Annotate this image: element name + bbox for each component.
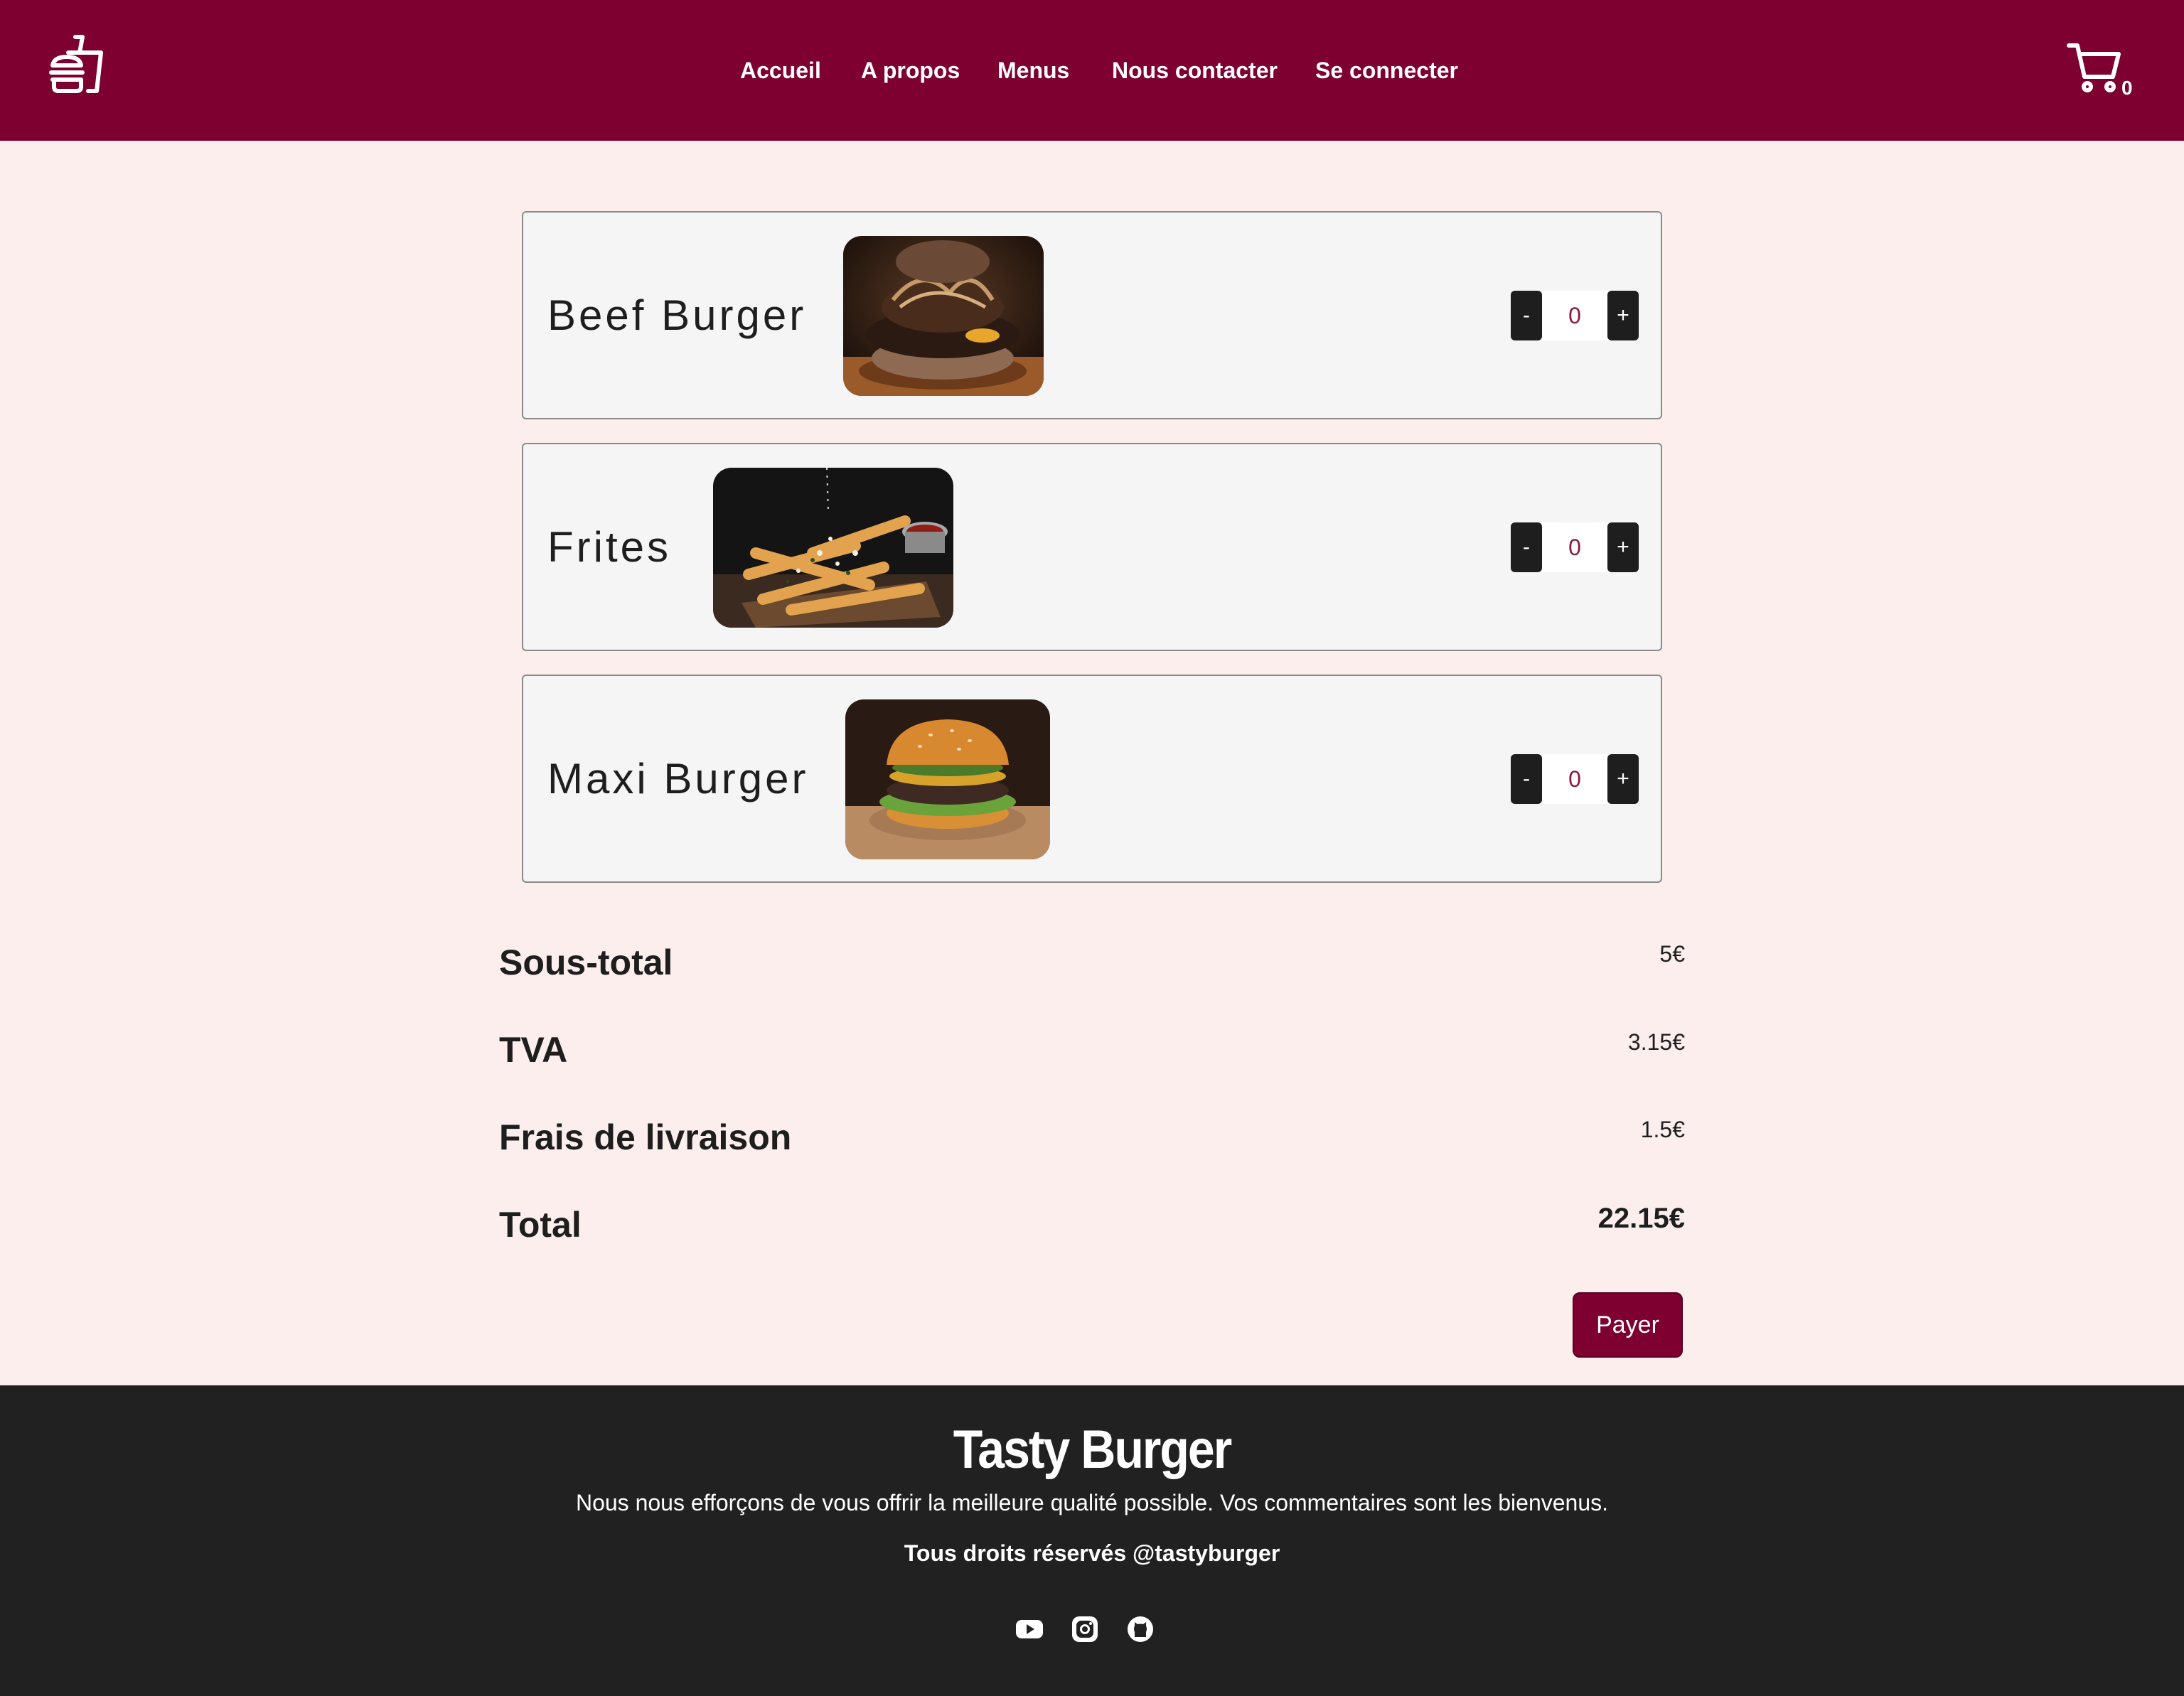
decrease-button[interactable]: - <box>1511 754 1542 804</box>
site-header: Accueil A propos Menus Nous contacter Se… <box>0 0 2184 141</box>
maxi-burger-photo <box>845 699 1050 859</box>
quantity-value[interactable]: 0 <box>1542 754 1607 804</box>
instagram-icon[interactable] <box>1071 1615 1099 1643</box>
footer-tagline: Nous nous efforçons de vous offrir la me… <box>575 1490 1609 1515</box>
main-nav: Accueil A propos Menus Nous contacter Se… <box>0 0 2184 141</box>
nav-link-accueil[interactable]: Accueil <box>740 54 821 87</box>
total-value: 22.15€ <box>1597 1203 1685 1234</box>
nav-link-menus[interactable]: Menus <box>997 54 1069 87</box>
fries-photo <box>713 468 953 628</box>
delivery-fee-label: Frais de livraison <box>499 1117 792 1157</box>
footer-copyright: Tous droits réservés @tastyburger <box>904 1540 1280 1566</box>
delivery-fee-value: 1.5€ <box>1640 1117 1685 1142</box>
footer-brand: Tasty Burger <box>953 1419 1232 1480</box>
increase-button[interactable]: + <box>1607 291 1639 340</box>
site-footer: Tasty Burger Nous nous efforçons de vous… <box>0 1385 2184 1696</box>
youtube-icon[interactable] <box>1015 1615 1044 1643</box>
cart-item-frites: Frites - 0 + <box>522 443 1662 651</box>
cart-item-beef-burger: Beef Burger - 0 + <box>522 211 1662 419</box>
beef-burger-photo <box>843 236 1044 396</box>
tva-value: 3.15€ <box>1627 1029 1685 1055</box>
subtotal-label: Sous-total <box>499 943 673 982</box>
pay-button[interactable]: Payer <box>1573 1292 1683 1358</box>
decrease-button[interactable]: - <box>1511 291 1542 340</box>
item-name: Maxi Burger <box>547 755 809 803</box>
item-name: Beef Burger <box>547 291 807 339</box>
total-label: Total <box>499 1205 582 1245</box>
nav-link-se-connecter[interactable]: Se connecter <box>1315 54 1458 87</box>
decrease-button[interactable]: - <box>1511 522 1542 572</box>
quantity-stepper: - 0 + <box>1511 522 1639 572</box>
quantity-stepper: - 0 + <box>1511 754 1639 804</box>
github-icon[interactable] <box>1126 1615 1155 1643</box>
tva-label: TVA <box>499 1030 568 1070</box>
shopping-cart-icon[interactable] <box>2066 41 2130 98</box>
quantity-value[interactable]: 0 <box>1542 291 1607 340</box>
nav-link-nous-contacter[interactable]: Nous contacter <box>1112 54 1278 87</box>
cart-count-badge: 0 <box>2121 77 2133 99</box>
quantity-value[interactable]: 0 <box>1542 522 1607 572</box>
quantity-stepper: - 0 + <box>1511 291 1639 340</box>
subtotal-value: 5€ <box>1659 941 1685 967</box>
nav-link-a-propos[interactable]: A propos <box>861 54 960 87</box>
item-name: Frites <box>547 523 671 571</box>
increase-button[interactable]: + <box>1607 522 1639 572</box>
cart-item-maxi-burger: Maxi Burger - 0 + <box>522 675 1662 883</box>
increase-button[interactable]: + <box>1607 754 1639 804</box>
